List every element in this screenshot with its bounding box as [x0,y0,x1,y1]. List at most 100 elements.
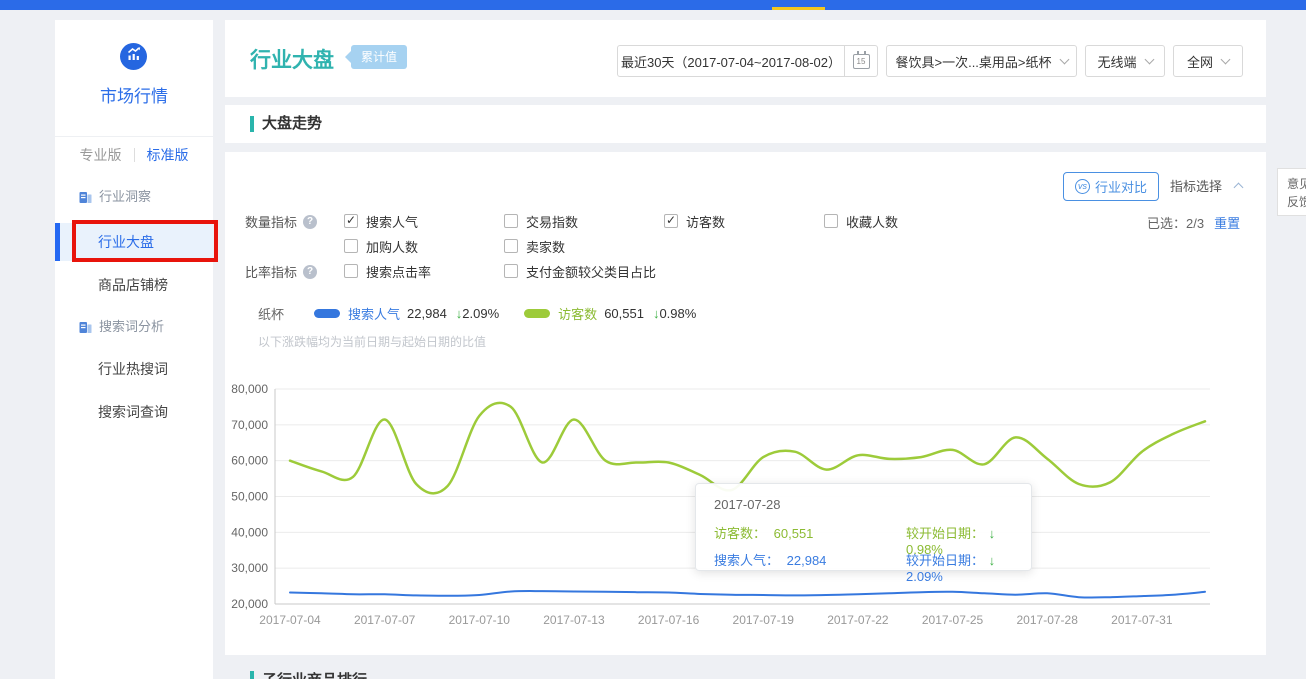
section-header: 大盘走势 [225,105,1266,143]
checkbox-box [664,214,678,228]
tooltip-change: 2.09% [906,569,943,584]
checkbox-label: 收藏人数 [846,212,898,231]
compare-button-label: 行业对比 [1095,177,1147,196]
tooltip-row-visitors: 访客数： 60,551 较开始日期： 0.98% [714,523,1013,539]
checkbox-sellers[interactable]: 卖家数 [504,237,565,255]
legend-category: 纸杯 [258,304,284,323]
sidebar-item-label: 搜索词分析 [99,317,164,337]
chevron-up-icon [1233,183,1243,193]
checkbox-box [344,264,358,278]
sidebar-item-product-shop-ranking[interactable]: 商品店铺榜 [55,275,213,295]
tooltip-date: 2017-07-28 [714,497,1013,512]
checkbox-box [504,264,518,278]
book-icon [78,320,93,335]
checkbox-label: 搜索点击率 [366,262,431,281]
feedback-line2: 反馈 [1287,193,1306,211]
vs-icon: vs [1075,179,1090,194]
badge-arrow [339,51,351,63]
checkbox-box [824,214,838,228]
sidebar: 市场行情 专业版 标准版 行业洞察 行业大盘 商品店铺榜 [55,20,213,679]
checkbox-box [504,239,518,253]
checkbox-label: 加购人数 [366,237,418,256]
trend-chart-icon [126,46,142,67]
svg-text:2017-07-16: 2017-07-16 [638,613,700,627]
section-marker [250,116,254,132]
checkbox-add-cart[interactable]: 加购人数 [344,237,418,255]
checkbox-box [504,214,518,228]
svg-text:50,000: 50,000 [231,490,268,504]
market-trend-logo [120,43,147,70]
date-range-text: 最近30天（2017-07-04~2017-08-02） [618,52,844,71]
industry-compare-button[interactable]: vs 行业对比 [1063,172,1159,201]
section-title: 大盘走势 [262,105,322,143]
checkbox-search-ctr[interactable]: 搜索点击率 [344,262,431,280]
book-icon [78,190,93,205]
sidebar-divider [55,136,213,137]
tooltip-label: 搜索人气： [714,553,779,568]
sidebar-item-label[interactable]: 行业大盘 [98,223,154,261]
sidebar-item-search-word-query[interactable]: 搜索词查询 [55,402,213,422]
category-dropdown[interactable]: 餐饮具>一次...桌用品>纸杯 [886,45,1077,77]
svg-text:40,000: 40,000 [231,525,268,539]
tooltip-compare-label: 较开始日期： [906,526,984,541]
tooltip-value: 60,551 [774,526,814,541]
scope-text: 全网 [1187,52,1213,71]
label-text: 比率指标 [245,262,297,281]
help-icon[interactable]: ? [303,215,317,229]
next-section-title: 子行业商品排行 [262,669,367,679]
calendar-icon: 15 [853,54,870,69]
checkbox-label: 交易指数 [526,212,578,231]
legend-marker-green [524,309,550,318]
checkbox-favorites[interactable]: 收藏人数 [824,212,898,230]
checkbox-visitors[interactable]: 访客数 [664,212,725,230]
svg-text:2017-07-07: 2017-07-07 [354,613,416,627]
svg-text:80,000: 80,000 [231,382,268,396]
checkbox-payment-ratio[interactable]: 支付金额较父类目占比 [504,262,656,280]
top-nav-active-indicator [772,7,825,10]
chevron-down-icon [1221,54,1231,64]
trend-card: vs 行业对比 指标选择 已选：2/3 重置 数量指标 ? 搜索人气 交易指数 访… [225,152,1266,655]
svg-text:60,000: 60,000 [231,454,268,468]
svg-text:2017-07-25: 2017-07-25 [922,613,984,627]
tooltip-label: 访客数： [714,526,766,541]
svg-text:30,000: 30,000 [231,561,268,575]
chevron-down-icon [1144,54,1154,64]
page-title: 行业大盘 [250,44,334,74]
metric-select-toggle[interactable]: 指标选择 [1170,172,1242,201]
help-icon[interactable]: ? [303,265,317,279]
legend-label[interactable]: 搜索人气 [348,304,400,323]
label-text: 数量指标 [245,212,297,231]
legend-change: 2.09% [462,306,499,321]
calendar-button[interactable]: 15 [844,45,877,77]
terminal-dropdown[interactable]: 无线端 [1085,45,1165,77]
selected-count: 已选：2/3 重置 [1147,213,1240,232]
reset-link[interactable]: 重置 [1214,216,1240,231]
sidebar-item-search-word-analysis[interactable]: 搜索词分析 [55,317,213,337]
scope-dropdown[interactable]: 全网 [1173,45,1243,77]
svg-text:70,000: 70,000 [231,418,268,432]
ratio-metrics-label: 比率指标 ? [245,262,317,281]
feedback-tab[interactable]: 意见 反馈 [1277,168,1306,216]
checkbox-box [344,239,358,253]
tab-standard-edition[interactable]: 标准版 [147,145,189,165]
svg-text:2017-07-19: 2017-07-19 [733,613,795,627]
chart-tooltip: 2017-07-28 访客数： 60,551 较开始日期： 0.98% 搜索人气… [695,483,1032,571]
selected-count-text: 已选：2/3 [1147,216,1204,231]
down-arrow-icon [989,553,996,568]
sidebar-item-hot-search-words[interactable]: 行业热搜词 [55,359,213,379]
checkbox-search-popularity[interactable]: 搜索人气 [344,212,418,230]
cumulative-badge: 累计值 [351,45,407,69]
sidebar-item-industry-insight[interactable]: 行业洞察 [55,187,213,207]
legend-label[interactable]: 访客数 [558,304,597,323]
svg-text:2017-07-04: 2017-07-04 [259,613,321,627]
checkbox-trade-index[interactable]: 交易指数 [504,212,578,230]
checkbox-label: 卖家数 [526,237,565,256]
svg-text:2017-07-31: 2017-07-31 [1111,613,1173,627]
down-arrow-icon [989,526,996,541]
page-header: 行业大盘 累计值 最近30天（2017-07-04~2017-08-02） 15… [225,20,1266,97]
legend-value: 22,984 [407,306,447,321]
legend-value: 60,551 [604,306,644,321]
tab-pro-edition[interactable]: 专业版 [80,145,122,165]
svg-text:2017-07-28: 2017-07-28 [1017,613,1079,627]
date-range-picker[interactable]: 最近30天（2017-07-04~2017-08-02） 15 [617,45,878,77]
